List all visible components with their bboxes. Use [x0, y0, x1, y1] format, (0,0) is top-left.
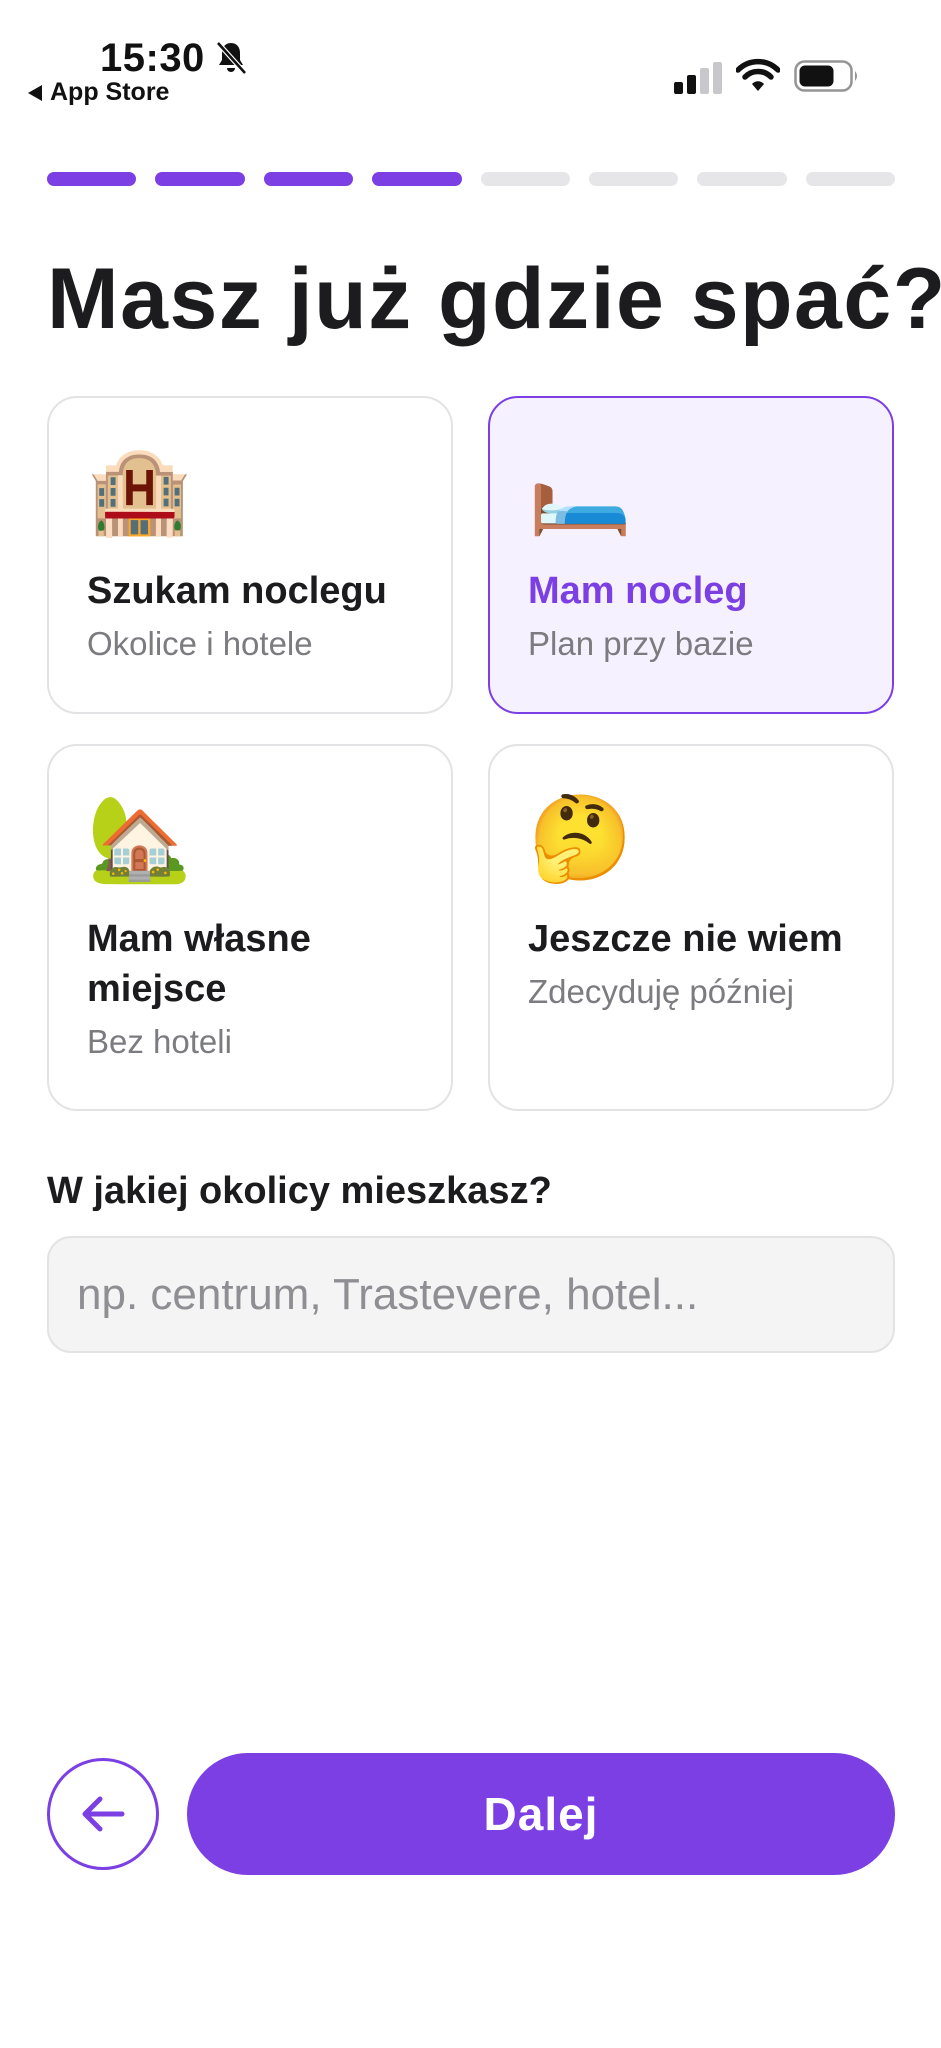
bed-icon: 🛏️ — [528, 441, 633, 539]
battery-icon — [794, 60, 857, 92]
page-title: Masz już gdzie spać? — [47, 251, 941, 347]
house-with-garden-icon: 🏡 — [87, 789, 192, 887]
status-bar: 15:30 App Store — [0, 0, 941, 110]
next-button[interactable]: Dalej — [187, 1753, 895, 1875]
bell-slash-icon — [216, 41, 247, 75]
option-label: Jeszcze nie wiem — [528, 918, 843, 960]
progress-segment — [805, 172, 895, 186]
option-not-sure[interactable]: 🤔 Jeszcze nie wiem Zdecyduję później — [488, 744, 894, 1111]
option-have-stay[interactable]: 🛏️ Mam nocleg Plan przy bazie — [488, 396, 894, 714]
option-looking-for-stay[interactable]: 🏨 Szukam noclegu Okolice i hotele — [47, 396, 453, 714]
progress-segment — [155, 172, 245, 186]
back-to-app-store[interactable]: App Store — [28, 78, 169, 107]
option-subtitle: Bez hoteli — [87, 1023, 232, 1060]
progress-segment — [263, 172, 354, 186]
progress-segment — [372, 172, 462, 186]
progress-segment — [480, 172, 570, 186]
progress-segment — [697, 172, 787, 186]
wifi-icon — [736, 58, 780, 91]
option-subtitle: Zdecyduję później — [528, 973, 794, 1010]
option-subtitle: Okolice i hotele — [87, 625, 313, 662]
hotel-icon: 🏨 — [87, 441, 192, 539]
arrow-left-icon — [82, 1796, 125, 1832]
option-own-place[interactable]: 🏡 Mam własne miejsce Bez hoteli — [47, 744, 453, 1111]
option-label: Szukam noclegu — [87, 570, 387, 612]
option-label: Mam własne miejsce — [87, 918, 311, 1010]
progress-segment — [588, 172, 679, 186]
back-button[interactable] — [47, 1758, 159, 1870]
back-app-label: App Store — [50, 78, 170, 106]
back-triangle-icon — [28, 84, 42, 101]
status-time: 15:30 — [100, 36, 205, 80]
signal-icon — [674, 62, 722, 94]
thinking-face-icon: 🤔 — [528, 789, 633, 887]
neighborhood-question: W jakiej okolicy mieszkasz? — [47, 1170, 552, 1212]
option-label: Mam nocleg — [528, 570, 748, 612]
step-progress-bar — [47, 172, 895, 186]
neighborhood-input[interactable] — [47, 1236, 895, 1353]
progress-segment — [47, 172, 137, 186]
option-subtitle: Plan przy bazie — [528, 625, 754, 662]
